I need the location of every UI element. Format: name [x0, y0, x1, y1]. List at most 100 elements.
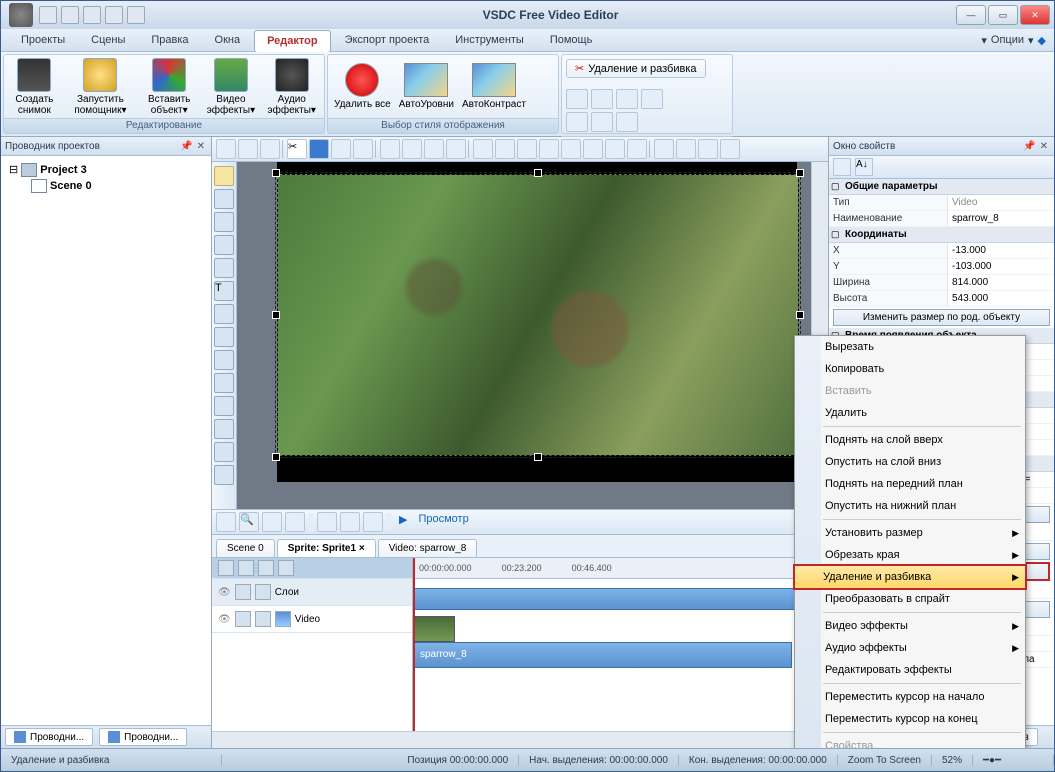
vtb-cursor-icon[interactable]	[214, 166, 234, 186]
tb-icon[interactable]	[517, 139, 537, 159]
tab-scene[interactable]: Scene 0	[216, 539, 275, 557]
menu-windows[interactable]: Окна	[203, 31, 253, 49]
context-menu-item[interactable]: Редактировать эффекты	[795, 659, 1025, 681]
prop-resize-parent-button[interactable]: Изменить размер по род. объекту	[833, 309, 1050, 326]
vtb-icon[interactable]	[214, 235, 234, 255]
tb-icon[interactable]	[402, 139, 422, 159]
timeline-clip[interactable]: sparrow_8	[413, 616, 828, 640]
zoom-in-icon[interactable]: 🔍	[239, 512, 259, 532]
context-menu-item[interactable]: Обрезать края▶	[795, 544, 1025, 566]
playhead[interactable]	[413, 558, 415, 731]
tl-layers-row[interactable]: 👁Слои	[212, 579, 412, 606]
canvas-stage[interactable]	[237, 162, 811, 509]
tool-icon[interactable]	[641, 89, 663, 109]
ribbon-audio-fx-button[interactable]: Аудио эффекты▾	[266, 58, 319, 116]
context-menu-item[interactable]: Удалить	[795, 402, 1025, 424]
pin-icon[interactable]: 📌	[180, 141, 192, 152]
timeline-ruler[interactable]: 00:00:00.00000:23.20000:46.400	[413, 558, 828, 579]
ribbon-remove-all-button[interactable]: Удалить все	[334, 63, 391, 110]
tb-icon[interactable]	[605, 139, 625, 159]
qat-new-icon[interactable]	[39, 6, 57, 24]
tb-icon[interactable]	[561, 139, 581, 159]
tool-icon[interactable]	[616, 112, 638, 132]
ribbon-video-fx-button[interactable]: Видео эффекты▾	[204, 58, 257, 116]
context-menu-item[interactable]: Поднять на передний план	[795, 473, 1025, 495]
timeline-scrollbar-h[interactable]	[212, 731, 828, 748]
zoom-icon[interactable]	[216, 512, 236, 532]
tab-sprite[interactable]: Sprite: Sprite1 ×	[277, 539, 376, 557]
context-menu-item[interactable]: Копировать	[795, 358, 1025, 380]
context-menu-item[interactable]: Переместить курсор на начало	[795, 686, 1025, 708]
transport-icon[interactable]	[340, 512, 360, 532]
transport-icon[interactable]	[363, 512, 383, 532]
ribbon-wizard-button[interactable]: Запустить помощник▾	[67, 58, 134, 116]
vtb-icon[interactable]	[214, 442, 234, 462]
menu-help[interactable]: Помощь	[538, 31, 605, 49]
ribbon-snapshot-button[interactable]: Создать снимок	[10, 58, 59, 116]
context-menu-item[interactable]: Аудио эффекты▶	[795, 637, 1025, 659]
panel-close-icon[interactable]: ✕	[1040, 141, 1048, 152]
bottom-tab-explorer2[interactable]: Проводни...	[99, 728, 187, 746]
status-zoom-slider[interactable]: ━●━	[973, 755, 1054, 766]
vtb-icon[interactable]	[214, 350, 234, 370]
tb-icon[interactable]	[495, 139, 515, 159]
context-menu-item[interactable]: Преобразовать в спрайт	[795, 588, 1025, 610]
sect-coords[interactable]: Координаты	[829, 227, 1054, 243]
tb-icon[interactable]	[698, 139, 718, 159]
minimize-button[interactable]: —	[956, 5, 986, 25]
ribbon-insert-button[interactable]: Вставить объект▾	[142, 58, 196, 116]
tree-scene-node[interactable]: Scene 0	[50, 180, 92, 192]
context-menu-item[interactable]: Опустить на слой вниз	[795, 451, 1025, 473]
tool-icon[interactable]	[591, 112, 613, 132]
qat-save-icon[interactable]	[83, 6, 101, 24]
menu-edit[interactable]: Правка	[139, 31, 200, 49]
tool-icon[interactable]	[566, 112, 588, 132]
tool-icon[interactable]	[566, 89, 588, 109]
ribbon-autocontrast-button[interactable]: АвтоКонтраст	[462, 63, 526, 110]
pin-icon[interactable]: 📌	[1023, 141, 1035, 152]
tb-icon[interactable]	[353, 139, 373, 159]
vtb-icon[interactable]	[214, 212, 234, 232]
tb-icon[interactable]	[473, 139, 493, 159]
tb-icon[interactable]	[424, 139, 444, 159]
tb-icon[interactable]	[676, 139, 696, 159]
zoom-out-icon[interactable]	[262, 512, 282, 532]
panel-close-icon[interactable]: ✕	[197, 141, 205, 152]
timeline-layer-bar[interactable]	[413, 588, 828, 610]
status-zoom-pct[interactable]: 52%	[932, 755, 973, 766]
preview-label[interactable]: Просмотр	[414, 513, 472, 531]
tb-icon[interactable]	[627, 139, 647, 159]
tb-icon[interactable]	[583, 139, 603, 159]
maximize-button[interactable]: ▭	[988, 5, 1018, 25]
play-button[interactable]: ▶	[395, 513, 411, 531]
context-menu-item[interactable]: Поднять на слой вверх	[795, 429, 1025, 451]
menu-tools[interactable]: Инструменты	[443, 31, 536, 49]
context-menu-item[interactable]: Установить размер▶	[795, 522, 1025, 544]
menu-options[interactable]: ▾ Опции ▾ ◆	[981, 34, 1046, 47]
context-menu-item[interactable]: Удаление и разбивка▶	[793, 564, 1027, 590]
qat-redo-icon[interactable]	[127, 6, 145, 24]
menu-editor[interactable]: Редактор	[254, 30, 330, 52]
vtb-icon[interactable]	[214, 189, 234, 209]
video-canvas[interactable]	[277, 162, 797, 482]
status-zoom-mode[interactable]: Zoom To Screen	[838, 755, 932, 766]
tree-project-node[interactable]: Project 3	[40, 164, 86, 176]
context-menu-item[interactable]: Опустить на нижний план	[795, 495, 1025, 517]
menu-projects[interactable]: Проекты	[9, 31, 77, 49]
tb-icon[interactable]	[446, 139, 466, 159]
tb-icon[interactable]	[260, 139, 280, 159]
vtb-icon[interactable]	[214, 419, 234, 439]
vtb-text-icon[interactable]: T	[214, 281, 234, 301]
tab-video[interactable]: Video: sparrow_8	[378, 539, 478, 557]
prop-categorize-icon[interactable]	[833, 158, 851, 176]
transport-icon[interactable]	[317, 512, 337, 532]
tb-icon[interactable]	[654, 139, 674, 159]
tb-select-icon[interactable]	[309, 139, 329, 159]
tb-cut-icon[interactable]: ✂	[287, 139, 307, 159]
vtb-icon[interactable]	[214, 396, 234, 416]
context-menu-item[interactable]: Видео эффекты▶	[795, 615, 1025, 637]
vtb-icon[interactable]	[214, 373, 234, 393]
tool-icon[interactable]	[591, 89, 613, 109]
context-menu-item[interactable]: Переместить курсор на конец	[795, 708, 1025, 730]
tb-icon[interactable]	[331, 139, 351, 159]
